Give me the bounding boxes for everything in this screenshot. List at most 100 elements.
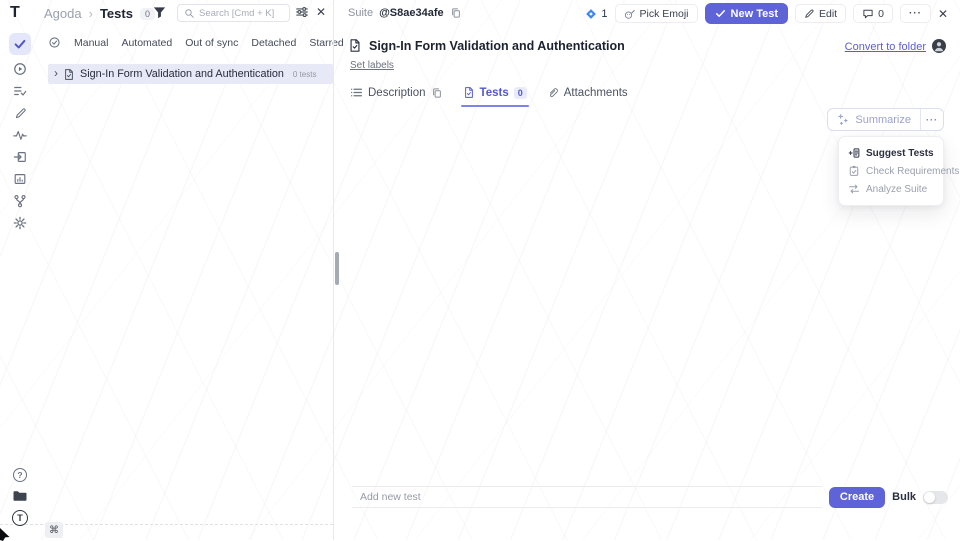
convert-to-folder-link[interactable]: Convert to folder xyxy=(845,41,926,53)
edit-label: Edit xyxy=(819,8,837,20)
pick-emoji-label: Pick Emoji xyxy=(640,8,689,20)
comment-bubble-icon xyxy=(862,8,874,20)
pencil-icon xyxy=(804,8,815,19)
pick-emoji-button[interactable]: Pick Emoji xyxy=(615,4,698,23)
play-circle-icon xyxy=(13,62,27,76)
assignee-avatar[interactable] xyxy=(932,39,946,53)
bar-chart-icon xyxy=(13,172,27,186)
edit-button[interactable]: Edit xyxy=(795,4,846,23)
tab-description-label: Description xyxy=(368,87,426,99)
add-test-field xyxy=(352,486,822,508)
breadcrumb-section[interactable]: Tests xyxy=(100,6,133,21)
suite-row-meta: 0 tests xyxy=(293,70,317,79)
review-filter-button[interactable] xyxy=(48,36,61,49)
new-test-label: New Test xyxy=(731,8,778,20)
keyboard-shortcuts-button[interactable]: ⌘ xyxy=(45,522,63,538)
test-file-icon xyxy=(463,86,475,99)
filter-settings-button[interactable] xyxy=(295,5,309,19)
filter-button[interactable] xyxy=(152,5,167,20)
tab-tests-label: Tests xyxy=(480,87,509,99)
suite-id-row: Suite @S8ae34afe xyxy=(348,7,462,19)
comments-button[interactable]: 0 xyxy=(853,4,893,23)
app-logo[interactable]: T xyxy=(10,4,20,22)
detail-title-row: Sign-In Form Validation and Authenticati… xyxy=(348,38,625,53)
page-title: Sign-In Form Validation and Authenticati… xyxy=(369,39,625,53)
menu-item-label: Suggest Tests xyxy=(866,148,934,159)
summarize-button[interactable]: Summarize xyxy=(828,109,920,130)
paperclip-icon xyxy=(547,86,559,99)
suite-row-title: Sign-In Form Validation and Authenticati… xyxy=(80,68,284,80)
swap-arrows-icon xyxy=(848,183,860,195)
tab-tests-count-badge: 0 xyxy=(514,87,527,99)
list-tab-manual[interactable]: Manual xyxy=(74,37,108,49)
help-button[interactable]: ? xyxy=(13,468,27,482)
branch-icon xyxy=(13,194,27,208)
expand-chevron-icon[interactable]: › xyxy=(54,67,58,79)
sidebar-item-compose[interactable] xyxy=(9,105,31,121)
mouse-cursor xyxy=(0,528,13,541)
list-tab-out-of-sync[interactable]: Out of sync xyxy=(185,37,238,49)
suite-file-icon xyxy=(63,68,75,81)
sidebar-item-branches[interactable] xyxy=(9,193,31,209)
copy-suite-id-button[interactable] xyxy=(450,7,462,19)
more-actions-button[interactable]: ··· xyxy=(900,4,931,23)
header-actions: 1 Pick Emoji New Test Edit 0 ··· ✕ xyxy=(585,3,948,24)
panel-resize-handle[interactable] xyxy=(335,252,339,285)
breadcrumb-separator: › xyxy=(89,6,93,21)
close-icon: ✕ xyxy=(316,6,326,18)
folder-icon xyxy=(12,489,28,503)
comments-count: 0 xyxy=(878,8,884,20)
circle-check-icon xyxy=(48,36,61,49)
tab-description[interactable]: Description xyxy=(350,86,443,107)
breadcrumb-project[interactable]: Agoda xyxy=(44,6,82,21)
sidebar-rail-bottom: ? T xyxy=(0,468,40,526)
sidebar-item-tests[interactable] xyxy=(9,33,31,55)
search-input[interactable] xyxy=(199,8,283,19)
diamond-icon xyxy=(585,8,597,20)
help-icon: ? xyxy=(13,468,27,482)
set-labels-link[interactable]: Set labels xyxy=(350,60,394,71)
funnel-icon xyxy=(152,5,167,20)
check-icon xyxy=(13,37,27,51)
summarize-label: Summarize xyxy=(855,114,911,126)
create-button[interactable]: Create xyxy=(829,487,885,508)
linked-issues-count: 1 xyxy=(601,8,607,20)
tab-tests[interactable]: Tests 0 xyxy=(463,86,527,107)
bulk-toggle[interactable] xyxy=(923,491,948,504)
search-box xyxy=(177,4,290,22)
menu-item-check-requirements[interactable]: Check Requirements xyxy=(839,162,943,180)
sidebar-item-import[interactable] xyxy=(9,149,31,165)
sidebar-item-analytics[interactable] xyxy=(9,171,31,187)
toggle-knob xyxy=(924,492,935,503)
menu-item-suggest-tests[interactable]: Suggest Tests xyxy=(839,144,943,162)
gear-icon xyxy=(13,216,27,230)
sidebar-item-pulse[interactable] xyxy=(9,127,31,143)
list-tab-detached[interactable]: Detached xyxy=(251,37,296,49)
sparkles-icon xyxy=(837,113,850,126)
copy-description-icon[interactable] xyxy=(431,87,443,99)
add-test-input[interactable] xyxy=(360,491,814,503)
suite-label: Suite xyxy=(348,7,373,19)
linked-issues-chip[interactable]: 1 xyxy=(585,8,607,20)
close-panel-button[interactable]: ✕ xyxy=(938,8,948,20)
new-test-button[interactable]: New Test xyxy=(705,3,788,24)
tab-attachments-label: Attachments xyxy=(564,87,628,99)
pencil-icon xyxy=(14,107,27,120)
close-search-button[interactable]: ✕ xyxy=(316,6,326,18)
sidebar-item-runs[interactable] xyxy=(9,61,31,77)
close-icon: ✕ xyxy=(938,8,948,20)
sidebar-item-settings[interactable] xyxy=(9,215,31,231)
detail-tabs: Description Tests 0 Attachments xyxy=(350,86,628,107)
suite-list-row[interactable]: › Sign-In Form Validation and Authentica… xyxy=(48,64,333,84)
check-icon xyxy=(715,8,726,19)
menu-item-analyze-suite[interactable]: Analyze Suite xyxy=(839,180,943,198)
summarize-more-button[interactable]: ··· xyxy=(921,109,943,130)
account-button[interactable]: T xyxy=(12,510,28,526)
list-tab-automated[interactable]: Automated xyxy=(121,37,172,49)
list-tab-starred[interactable]: Starred xyxy=(309,37,343,49)
sidebar-item-plans[interactable] xyxy=(9,83,31,99)
tab-attachments[interactable]: Attachments xyxy=(547,86,628,107)
projects-button[interactable] xyxy=(12,489,28,503)
doc-plus-icon xyxy=(848,147,860,159)
menu-item-label: Check Requirements xyxy=(866,166,959,177)
